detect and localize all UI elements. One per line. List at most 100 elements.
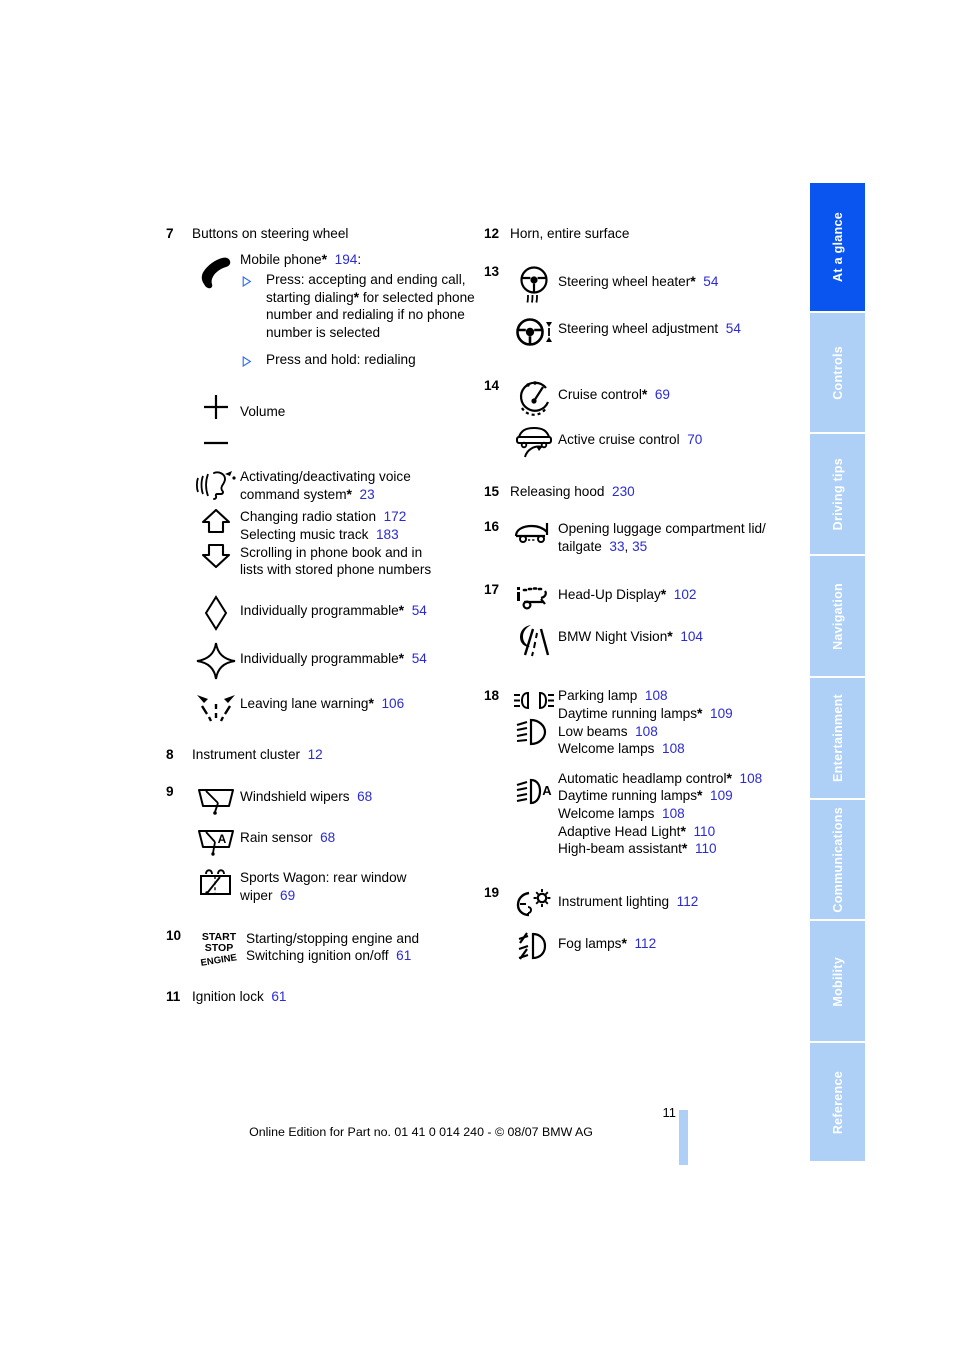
bullet-text: Press: accepting and ending call, starti… xyxy=(266,271,476,341)
lane-departure-warning-icon xyxy=(192,689,240,722)
tab-entertainment[interactable]: Entertainment xyxy=(810,677,865,800)
night-vision-icon xyxy=(510,620,558,659)
voice-line-2: command system* 23 xyxy=(240,486,476,504)
page-ref[interactable]: 112 xyxy=(677,894,699,909)
tab-reference[interactable]: Reference xyxy=(810,1043,865,1161)
night-vision-label: BMW Night Vision xyxy=(558,629,668,645)
programmable-label: Individually programmable xyxy=(240,602,399,618)
releasing-hood-line: Releasing hood 230 xyxy=(510,483,794,501)
tab-mobility[interactable]: Mobility xyxy=(810,921,865,1044)
entry-number: 7 xyxy=(166,226,174,241)
hud-label: Head-Up Display xyxy=(558,587,661,603)
mobile-phone-line: Mobile phone* 194: xyxy=(240,251,476,269)
page-ref[interactable]: 108 xyxy=(740,771,763,786)
option-star: * xyxy=(667,628,673,645)
track-label: Selecting music track xyxy=(240,526,369,542)
tab-navigation[interactable]: Navigation xyxy=(810,556,865,678)
entry-11: 11 Ignition lock 61 xyxy=(166,988,476,1006)
page-number: 11 xyxy=(662,1105,677,1120)
entry-16: 16 Opening luggage compartment lid/ tail… xyxy=(484,518,794,555)
entry-number: 8 xyxy=(166,746,174,762)
entry-number: 14 xyxy=(484,377,500,393)
start-stop-line-2: Switching ignition on/off 61 xyxy=(246,947,476,965)
trunk-line-1: Opening luggage compartment lid/ xyxy=(558,521,766,537)
parking-lamp-icon xyxy=(514,692,554,710)
page-ref[interactable]: 54 xyxy=(703,274,718,289)
tab-driving-tips[interactable]: Driving tips xyxy=(810,434,865,557)
page-ref[interactable]: 33 xyxy=(609,539,624,554)
cruise-control-label: Cruise control xyxy=(558,386,642,402)
entry-number: 17 xyxy=(484,582,500,598)
arrow-up-icon xyxy=(201,509,231,534)
footer-text: Online Edition for Part no. 01 41 0 014 … xyxy=(249,1125,593,1139)
page-ref[interactable]: 172 xyxy=(384,509,407,524)
page-ref[interactable]: 54 xyxy=(412,603,427,618)
manual-page: At a glance Controls Driving tips Naviga… xyxy=(0,0,954,1350)
ignition-lock-line: Ignition lock 61 xyxy=(192,988,476,1006)
page-ref[interactable]: 70 xyxy=(687,432,702,447)
page-ref[interactable]: 110 xyxy=(695,841,717,856)
entry-13: 13 Steering wheel heater* 54 Steering wh… xyxy=(484,263,794,349)
start-stop-line-1: Starting/stopping engine and xyxy=(246,930,420,946)
option-star: * xyxy=(321,250,328,267)
bullet-text: Press and hold: redialing xyxy=(266,351,416,367)
page-ref[interactable]: 108 xyxy=(662,806,685,821)
page-ref[interactable]: 69 xyxy=(280,888,295,903)
welcome-lamps-line-2: Welcome lamps 108 xyxy=(558,805,794,823)
page-ref[interactable]: 194 xyxy=(335,252,358,267)
page-ref[interactable]: 69 xyxy=(655,387,670,402)
page-ref[interactable]: 110 xyxy=(693,824,715,839)
page-ref[interactable]: 109 xyxy=(710,706,733,721)
voice-line-1: Activating/deactivating voice xyxy=(240,469,411,485)
parking-lamp-line: Parking lamp 108 xyxy=(558,687,794,705)
page-ref[interactable]: 104 xyxy=(680,629,703,644)
page-ref[interactable]: 54 xyxy=(412,651,427,666)
head-up-display-icon xyxy=(510,581,558,614)
page-ref[interactable]: 35 xyxy=(632,539,647,554)
fog-lamps-label: Fog lamps xyxy=(558,935,622,951)
triangle-bullet-icon xyxy=(240,271,266,341)
page-ref[interactable]: 108 xyxy=(635,724,658,739)
scroll-line-2: lists with stored phone numbers xyxy=(240,562,432,578)
entry-number: 13 xyxy=(484,263,500,279)
option-star: * xyxy=(398,601,405,618)
page-ref[interactable]: 109 xyxy=(710,788,733,803)
page-ref[interactable]: 108 xyxy=(662,741,685,756)
page-ref[interactable]: 230 xyxy=(612,484,635,499)
entry-number: 10 xyxy=(166,927,182,943)
page-ref[interactable]: 112 xyxy=(634,936,656,951)
tab-label: Communications xyxy=(830,806,845,913)
tab-at-a-glance[interactable]: At a glance xyxy=(810,183,865,313)
page-ref[interactable]: 54 xyxy=(726,321,741,336)
steering-wheel-adjustment-icon xyxy=(510,314,558,349)
option-star: * xyxy=(681,840,688,857)
tab-label: Driving tips xyxy=(830,458,845,531)
page-ref[interactable]: 106 xyxy=(382,696,405,711)
tab-communications[interactable]: Communications xyxy=(810,799,865,922)
section-tab-rail: At a glance Controls Driving tips Naviga… xyxy=(810,183,865,1161)
tab-label: At a glance xyxy=(830,211,845,282)
volume-plus-minus-icon xyxy=(192,390,240,453)
page-ref[interactable]: 23 xyxy=(360,487,375,502)
fog-lamp-icon xyxy=(510,929,558,962)
page-ref[interactable]: 12 xyxy=(308,747,323,762)
page-ref[interactable]: 183 xyxy=(376,527,399,542)
entry-18: 18 Parking lamp 108 Daytime running lamp… xyxy=(484,687,794,857)
adaptive-headlight-line: Adaptive Head Light* 110 xyxy=(558,823,794,841)
page-ref[interactable]: 61 xyxy=(396,948,411,963)
option-star: * xyxy=(346,485,352,502)
entry-10: 10 START STOP ENGINE Starting/stopping e… xyxy=(166,927,476,968)
parking-lamp-label: Parking lamp xyxy=(558,688,638,704)
page-ref[interactable]: 68 xyxy=(320,830,335,845)
page-ref[interactable]: 108 xyxy=(645,688,668,703)
page-ref[interactable]: 61 xyxy=(271,989,286,1004)
entry-number: 11 xyxy=(166,988,181,1004)
page-ref[interactable]: 102 xyxy=(674,587,697,602)
releasing-hood-label: Releasing hood xyxy=(510,483,605,499)
page-ref[interactable]: 68 xyxy=(357,789,372,804)
programmable-label: Individually programmable xyxy=(240,650,399,666)
ignition-lock-label: Ignition lock xyxy=(192,988,264,1004)
tab-controls[interactable]: Controls xyxy=(810,312,865,435)
windshield-wiper-icon xyxy=(192,783,240,816)
option-star: * xyxy=(641,385,648,402)
